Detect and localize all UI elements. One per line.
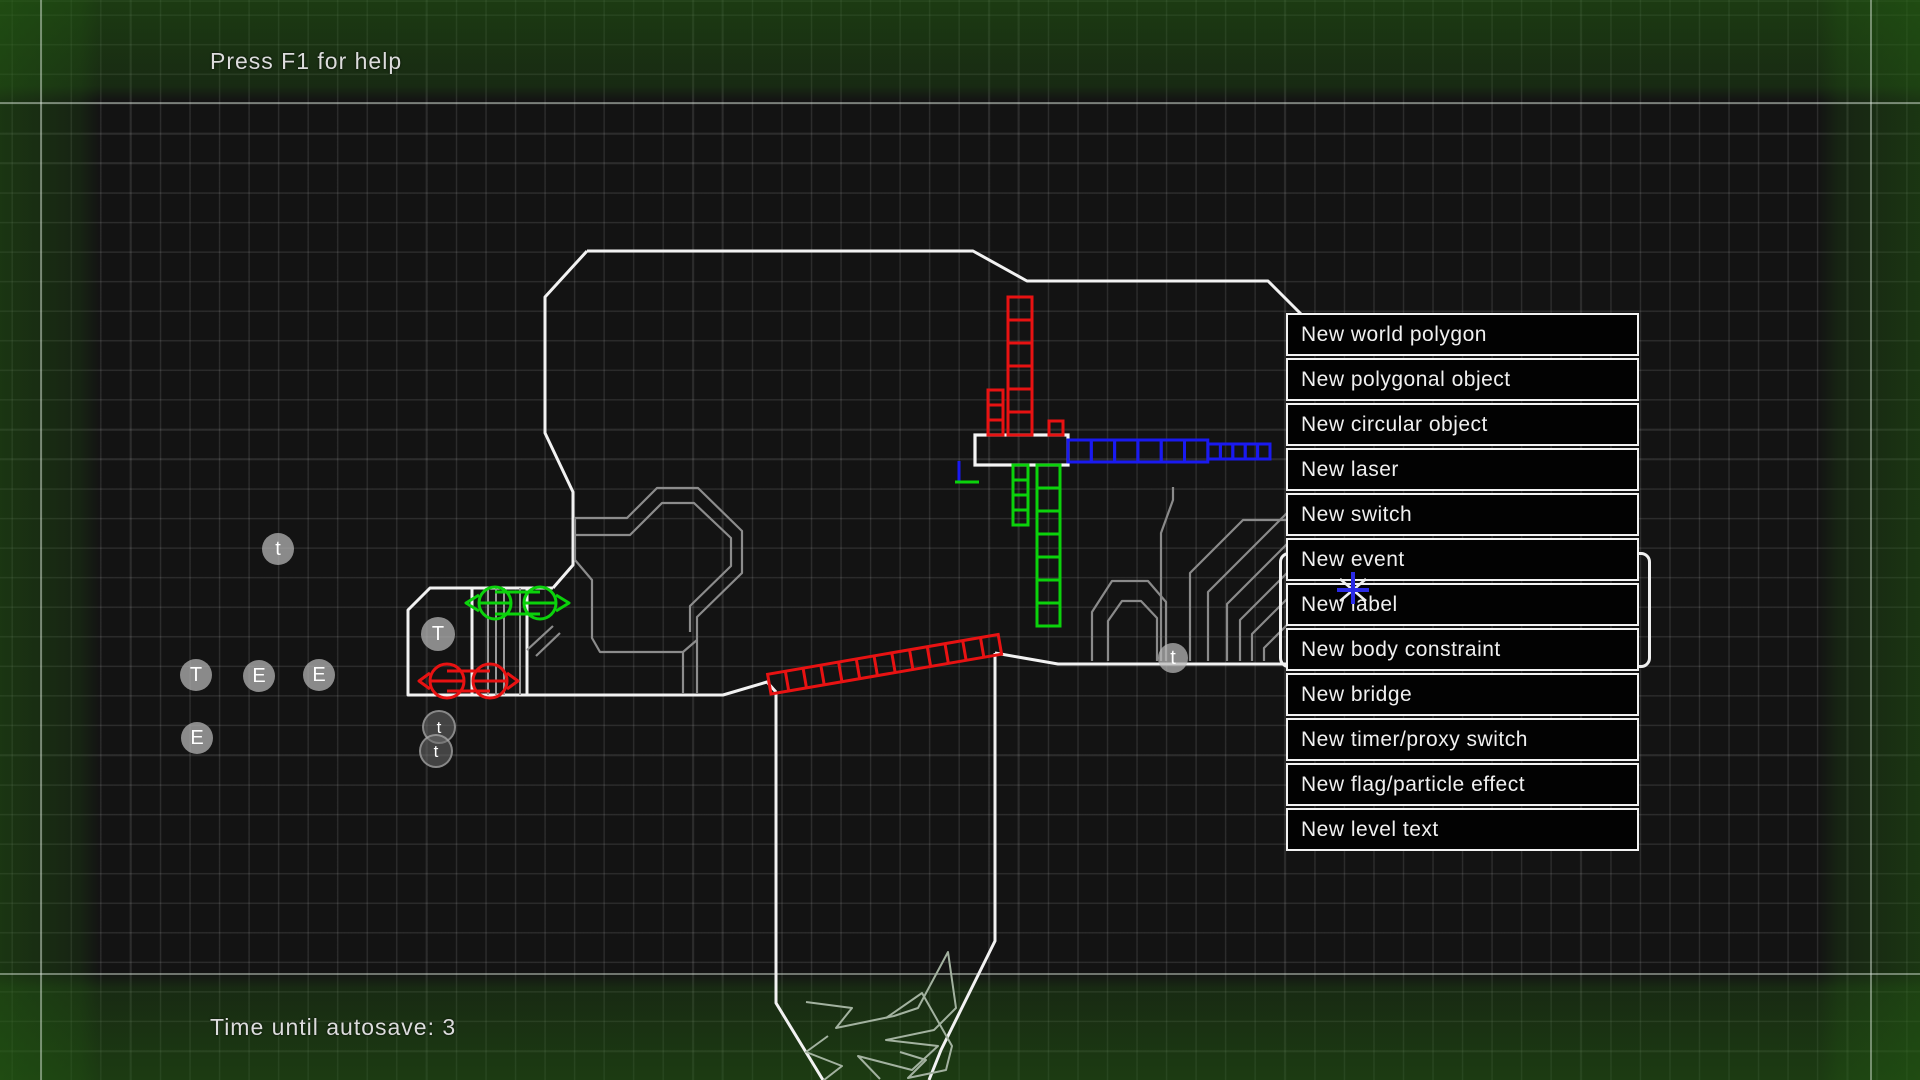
menu-item-new-timer-proxy-switch[interactable]: New timer/proxy switch	[1286, 718, 1639, 761]
autosave-countdown-text: Time until autosave: 3	[210, 1014, 456, 1041]
menu-item-new-switch[interactable]: New switch	[1286, 493, 1639, 536]
menu-item-new-world-polygon[interactable]: New world polygon	[1286, 313, 1639, 356]
marker-letter: T	[432, 624, 444, 644]
blue-chain[interactable]	[1068, 440, 1270, 462]
marker-trigger[interactable]: t	[1158, 643, 1188, 673]
marker-letter: E	[312, 665, 325, 685]
marker-event[interactable]: E	[181, 722, 213, 754]
marker-letter: t	[1170, 648, 1176, 668]
marker-letter: E	[190, 728, 203, 748]
marker-letter: t	[275, 539, 281, 559]
marker-trigger[interactable]: t	[419, 734, 453, 768]
inner-gray-polygon[interactable]	[527, 488, 742, 693]
menu-item-new-bridge[interactable]: New bridge	[1286, 673, 1639, 716]
menu-item-new-circular-object[interactable]: New circular object	[1286, 403, 1639, 446]
menu-item-new-body-constraint[interactable]: New body constraint	[1286, 628, 1639, 671]
marker-trigger[interactable]: t	[262, 533, 294, 565]
menu-item-new-flag-particle-effect[interactable]: New flag/particle effect	[1286, 763, 1639, 806]
level-editor-stage: t T T E E E t t t Press F1 for help Time…	[0, 0, 1920, 1080]
green-chain[interactable]	[1013, 465, 1060, 626]
red-box-stack[interactable]	[988, 297, 1063, 435]
marker-letter: T	[190, 665, 202, 685]
marker-letter: E	[252, 666, 265, 686]
debris-scribble[interactable]	[806, 952, 956, 1080]
menu-item-new-laser[interactable]: New laser	[1286, 448, 1639, 491]
red-wheel-pair[interactable]	[419, 664, 518, 698]
marker-letter: t	[437, 719, 442, 736]
marker-trigger[interactable]: T	[421, 617, 455, 651]
green-wheel-pair[interactable]	[466, 587, 569, 619]
white-platform[interactable]	[975, 435, 1068, 465]
asterisk-cursor-icon	[1331, 568, 1375, 612]
marker-letter: t	[434, 743, 439, 760]
menu-item-new-level-text[interactable]: New level text	[1286, 808, 1639, 851]
circuit-lines[interactable]	[1092, 487, 1292, 661]
help-hint-text: Press F1 for help	[210, 48, 402, 75]
marker-event[interactable]: E	[243, 660, 275, 692]
marker-event[interactable]: E	[303, 659, 335, 691]
red-bridge[interactable]	[768, 634, 1002, 694]
menu-item-new-polygonal-object[interactable]: New polygonal object	[1286, 358, 1639, 401]
marker-trigger[interactable]: T	[180, 659, 212, 691]
